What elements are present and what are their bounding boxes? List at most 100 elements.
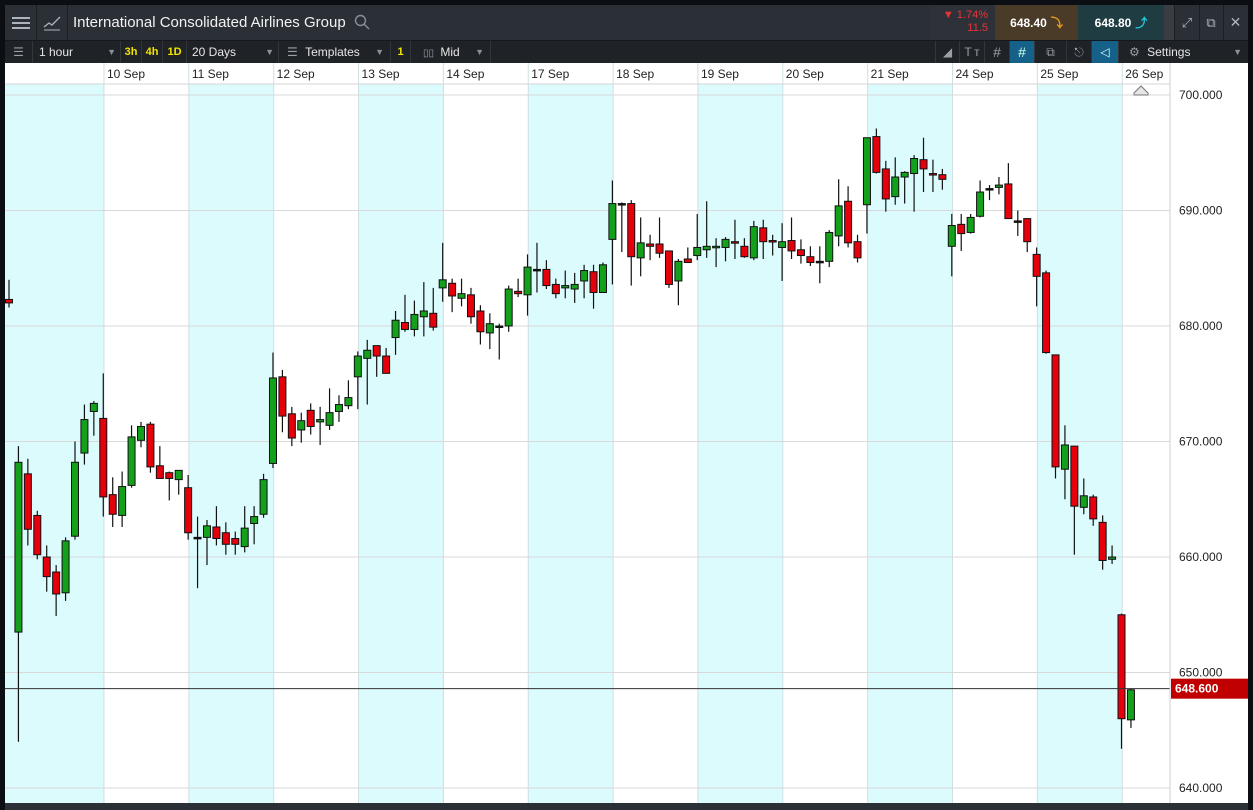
candle-body xyxy=(683,258,692,263)
candle xyxy=(1051,354,1060,479)
menu-button[interactable] xyxy=(5,5,37,40)
candle-body xyxy=(730,241,739,244)
search-icon[interactable] xyxy=(354,14,370,30)
price-label-toggle[interactable]: ◁ xyxy=(1092,41,1119,63)
candle-body xyxy=(891,176,900,198)
candle xyxy=(61,537,70,601)
chevron-down-icon: ▼ xyxy=(375,47,384,57)
price-tick-label: 660.000 xyxy=(1179,550,1223,564)
chevron-down-icon: ▼ xyxy=(265,47,274,57)
candle-body xyxy=(570,283,579,290)
buy-button[interactable]: 648.80 ⤴ xyxy=(1078,5,1164,40)
maximize-button[interactable]: ⤢ xyxy=(1175,5,1200,40)
line-chart-icon xyxy=(43,16,60,30)
candle-body xyxy=(1013,220,1022,223)
candle xyxy=(749,220,758,261)
layers-button[interactable]: ⧉ xyxy=(1035,41,1067,63)
candle-body xyxy=(976,191,985,217)
candle-body xyxy=(287,413,296,439)
candle-body xyxy=(1098,521,1107,561)
candle-body xyxy=(646,243,655,247)
hamburger-icon xyxy=(11,16,30,29)
date-label: 10 Sep xyxy=(107,67,145,81)
candle-body xyxy=(410,313,419,330)
settings-menu[interactable]: ⚙ Settings ▼ xyxy=(1119,41,1248,63)
templates-menu[interactable]: ☰ Templates ▼ xyxy=(279,41,391,63)
interval-value: 1 hour xyxy=(39,45,74,59)
trendline-icon: ◢ xyxy=(942,45,953,59)
candle-body xyxy=(231,538,240,545)
range-value: 20 Days xyxy=(192,45,237,59)
candle-body xyxy=(1051,354,1060,468)
candle-body xyxy=(900,171,909,178)
price-change: ▼ 1.74% 11.5 xyxy=(930,5,994,40)
popout-button[interactable]: ⧉ xyxy=(1199,5,1224,40)
range-select[interactable]: 20 Days ▼ xyxy=(187,41,279,63)
candle-body xyxy=(400,322,409,330)
sidebar-toggle[interactable]: ☰ xyxy=(5,41,33,63)
candle-body xyxy=(994,184,1003,188)
candle-body xyxy=(448,282,457,297)
chevron-down-icon: ▼ xyxy=(475,47,484,57)
candle-body xyxy=(1070,445,1079,507)
candle-body xyxy=(23,473,32,530)
candle-body xyxy=(14,461,23,633)
candle xyxy=(825,230,834,268)
candle-body xyxy=(353,355,362,378)
candle-body xyxy=(749,226,758,259)
day-shade xyxy=(867,84,953,803)
candle-body xyxy=(1117,614,1126,720)
candlestick-icon: ▯▯ xyxy=(423,48,435,59)
candle-body xyxy=(80,419,89,454)
price-chart[interactable]: 10 Sep 11 Sep 12 Sep 13 Sep 14 Sep 17 Sep 18 S… xyxy=(0,0,1253,810)
tag-icon: ◁ xyxy=(1100,45,1110,59)
date-label: 11 Sep xyxy=(192,67,229,81)
crosshair-toggle[interactable]: # xyxy=(1010,41,1035,63)
sell-button[interactable]: 648.40 ⤵ xyxy=(995,5,1078,40)
drawing-tool-button[interactable]: ◢ xyxy=(935,41,960,63)
candle-body xyxy=(504,288,513,327)
candle xyxy=(146,421,155,473)
arrow-up-icon: ⤴ xyxy=(1135,16,1148,30)
candle-body xyxy=(966,216,975,233)
day-shade xyxy=(528,84,614,803)
instrument-title[interactable]: International Consolidated Airlines Grou… xyxy=(73,5,370,40)
candle-body xyxy=(1089,496,1098,520)
close-button[interactable]: ✕ xyxy=(1223,5,1248,40)
current-price-label: 648.600 xyxy=(1175,682,1219,696)
candle-body xyxy=(778,241,787,248)
date-label: 14 Sep xyxy=(446,67,484,81)
candle-body xyxy=(910,158,919,175)
change-points: 11.5 xyxy=(967,22,988,34)
candle-body xyxy=(457,293,466,299)
candle-body xyxy=(485,323,494,334)
chart-type-button[interactable] xyxy=(36,5,68,40)
candle-body xyxy=(608,203,617,240)
candle-body xyxy=(278,376,287,417)
drag-handle[interactable] xyxy=(1164,5,1175,40)
candle-body xyxy=(268,377,277,464)
indicator-count[interactable]: 1 xyxy=(391,41,411,63)
candle xyxy=(33,510,42,560)
candle-body xyxy=(815,260,824,264)
price-type-select[interactable]: ▯▯ Mid ▼ xyxy=(411,41,491,63)
chevron-down-icon: ▼ xyxy=(1233,47,1242,57)
candle-body xyxy=(872,136,881,173)
candle-body xyxy=(419,310,428,318)
candle-body xyxy=(759,227,768,243)
interval-3h[interactable]: 3h xyxy=(121,41,142,63)
price-marker-button[interactable]: ⎋ xyxy=(1067,41,1092,63)
interval-1d[interactable]: 1D xyxy=(163,41,187,63)
marker-icon: ⎋ xyxy=(1074,45,1084,59)
day-shade xyxy=(188,84,274,803)
grid-toggle[interactable]: # xyxy=(985,41,1010,63)
date-label: 21 Sep xyxy=(871,67,909,81)
candle-body xyxy=(476,310,485,333)
interval-select[interactable]: 1 hour ▼ xyxy=(33,41,121,63)
candle-body xyxy=(89,402,98,412)
day-shade xyxy=(1037,84,1123,803)
navigator-bar[interactable] xyxy=(5,803,1248,810)
text-tool-button[interactable]: T ᴛ xyxy=(960,41,985,63)
candle-body xyxy=(561,285,570,289)
interval-4h[interactable]: 4h xyxy=(142,41,163,63)
